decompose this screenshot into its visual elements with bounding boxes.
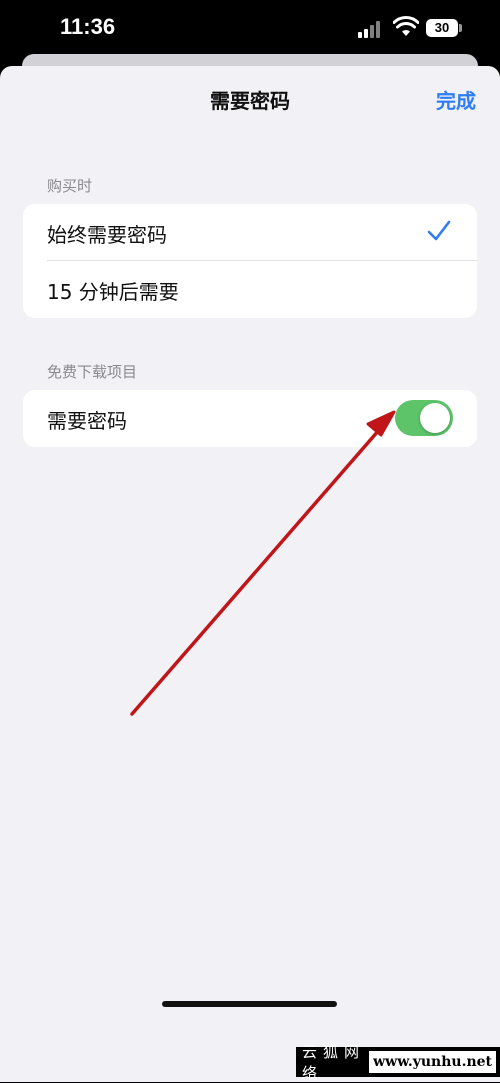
status-bar: 11:36 30 [0,0,500,62]
done-button[interactable]: 完成 [436,85,476,114]
status-time: 11:36 [60,14,116,39]
battery-icon: 30 [426,19,458,37]
option-after-15-min[interactable]: 15 分钟后需要 [23,261,477,318]
page-title: 需要密码 [210,89,290,113]
free-downloads-group: 需要密码 [23,390,477,447]
require-password-toggle[interactable] [395,400,453,436]
section-header-free-downloads: 免费下载项目 [47,363,138,381]
option-always-require[interactable]: 始终需要密码 [23,204,477,261]
require-password-label: 需要密码 [47,409,127,433]
option-label: 始终需要密码 [47,223,167,247]
section-header-purchase: 购买时 [47,177,93,195]
require-password-row: 需要密码 [23,390,477,447]
purchase-options-group: 始终需要密码 15 分钟后需要 [23,204,477,318]
watermark: 云狐网络 www.yunhu.net [296,1043,500,1082]
toggle-knob [420,403,450,433]
wifi-icon [393,16,419,36]
checkmark-icon [427,220,451,241]
settings-sheet: 需要密码 完成 购买时 始终需要密码 15 分钟后需要 免费下载项目 需要密码 [0,66,500,1082]
home-indicator [162,1001,337,1007]
battery-cap [459,24,462,32]
cellular-signal-icon [358,20,384,38]
watermark-name: 云狐网络 [302,1043,366,1082]
watermark-url: www.yunhu.net [369,1051,496,1073]
option-label: 15 分钟后需要 [47,280,179,304]
